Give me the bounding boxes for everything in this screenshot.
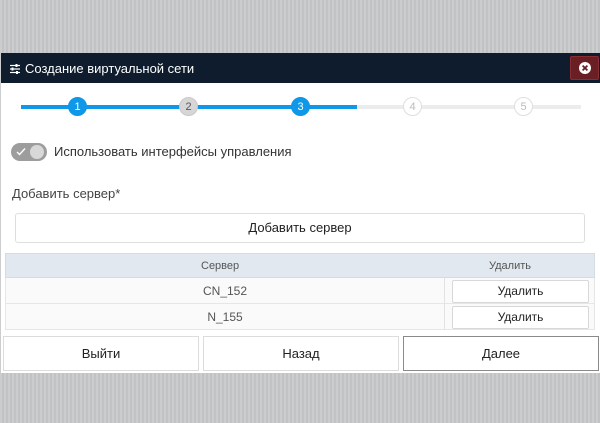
toggle-knob xyxy=(30,145,44,159)
delete-server-button[interactable]: Удалить xyxy=(452,280,589,303)
delete-server-button[interactable]: Удалить xyxy=(452,306,589,329)
close-icon xyxy=(579,62,591,74)
dialog-title: Создание виртуальной сети xyxy=(25,61,195,76)
sliders-icon xyxy=(9,62,21,74)
step-3[interactable]: 3 xyxy=(291,97,310,116)
create-virtual-network-dialog: Создание виртуальной сети 1 2 3 4 5 Испо… xyxy=(1,53,600,373)
cell-divider xyxy=(444,304,445,330)
add-server-label: Добавить сервер* xyxy=(12,186,121,201)
table-header: Сервер Удалить xyxy=(5,253,595,278)
toggle-label: Использовать интерфейсы управления xyxy=(54,144,292,159)
back-button[interactable]: Назад xyxy=(203,336,399,371)
close-button[interactable] xyxy=(570,56,599,80)
cell-divider xyxy=(444,278,445,304)
management-interfaces-toggle[interactable] xyxy=(11,143,47,161)
dialog-titlebar: Создание виртуальной сети xyxy=(1,53,600,83)
step-5[interactable]: 5 xyxy=(514,97,533,116)
add-server-button[interactable]: Добавить сервер xyxy=(15,213,585,243)
server-name: N_155 xyxy=(207,310,243,324)
column-header-server: Сервер xyxy=(201,260,240,272)
step-4[interactable]: 4 xyxy=(403,97,422,116)
table-row: CN_152 Удалить xyxy=(5,278,595,304)
step-2[interactable]: 2 xyxy=(179,97,198,116)
server-name: CN_152 xyxy=(202,284,248,298)
step-1[interactable]: 1 xyxy=(68,97,87,116)
table-row: N_155 Удалить xyxy=(5,304,595,330)
exit-button[interactable]: Выйти xyxy=(3,336,199,371)
column-header-delete: Удалить xyxy=(489,260,531,272)
wizard-stepper: 1 2 3 4 5 xyxy=(21,95,581,117)
next-button[interactable]: Далее xyxy=(403,336,599,371)
check-icon xyxy=(16,148,26,156)
